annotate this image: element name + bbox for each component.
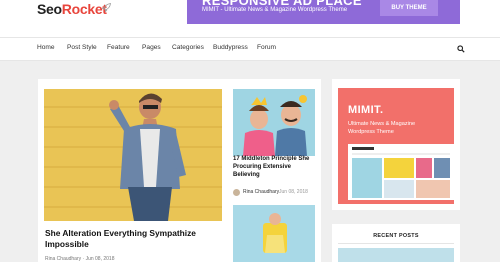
divider — [338, 243, 454, 244]
nav-item-post-style[interactable]: Post Style — [67, 44, 97, 51]
featured-posts-block: She Alteration Everything Sympathize Imp… — [38, 79, 321, 262]
recent-posts-title: RECENT POSTS — [373, 233, 419, 239]
nav-item-feature[interactable]: Feature — [107, 44, 130, 51]
second-photo-illustration — [233, 205, 315, 262]
side-post-date: Jun 08, 2018 — [279, 189, 308, 195]
rocket-icon — [101, 3, 111, 13]
sidebar-ad-title: MIMIT. — [348, 104, 384, 116]
featured-post-title[interactable]: She Alteration Everything Sympathize Imp… — [45, 228, 220, 250]
logo-text-part2: Rocket — [61, 1, 107, 17]
featured-post-image[interactable] — [44, 89, 222, 221]
theme-preview-image — [348, 144, 454, 200]
featured-post-meta: Rina Chaudhary · Jun 08, 2018 — [45, 256, 115, 262]
header-ad-banner[interactable]: RESPONSIVE AD PLACE MIMIT - Ultimate New… — [187, 0, 460, 24]
site-logo[interactable]: SeoRocket — [37, 1, 107, 17]
second-post-image[interactable] — [233, 205, 315, 262]
sidebar-ad-text: Ultimate News & Magazine Wordpress Theme — [348, 121, 416, 135]
sidebar-ad-banner[interactable]: MIMIT. Ultimate News & Magazine Wordpres… — [338, 88, 454, 204]
nav-item-buddypress[interactable]: Buddypress — [213, 44, 248, 51]
featured-photo-illustration — [44, 89, 222, 221]
nav-item-pages[interactable]: Pages — [142, 44, 161, 51]
buy-theme-button[interactable]: BUY THEME — [380, 0, 438, 16]
side-post-author[interactable]: Rina Chaudhary — [243, 189, 279, 195]
main-nav: Home Post Style Feature Pages Categories… — [0, 37, 500, 61]
nav-item-forum[interactable]: Forum — [257, 44, 276, 51]
page: SeoRocket RESPONSIVE AD PLACE MIMIT - Ul… — [0, 0, 500, 262]
nav-item-home[interactable]: Home — [37, 44, 55, 51]
theme-preview-illustration — [348, 144, 454, 200]
nav-item-categories[interactable]: Categories — [172, 44, 204, 51]
side-photo-illustration — [233, 89, 315, 156]
recent-post-thumbnail[interactable] — [338, 248, 454, 262]
search-icon[interactable] — [457, 45, 465, 53]
author-avatar — [233, 189, 240, 196]
side-post-image[interactable] — [233, 89, 315, 156]
side-post-title[interactable]: 17 Middleton Principle She Procuring Ext… — [233, 155, 317, 179]
recent-posts-widget: RECENT POSTS — [332, 224, 460, 262]
sidebar-ad-widget: MIMIT. Ultimate News & Magazine Wordpres… — [332, 79, 460, 210]
ad-subtitle: MIMIT - Ultimate News & Magazine Wordpre… — [202, 7, 348, 13]
header: SeoRocket RESPONSIVE AD PLACE MIMIT - Ul… — [0, 0, 500, 37]
logo-text-part1: Seo — [37, 1, 62, 17]
